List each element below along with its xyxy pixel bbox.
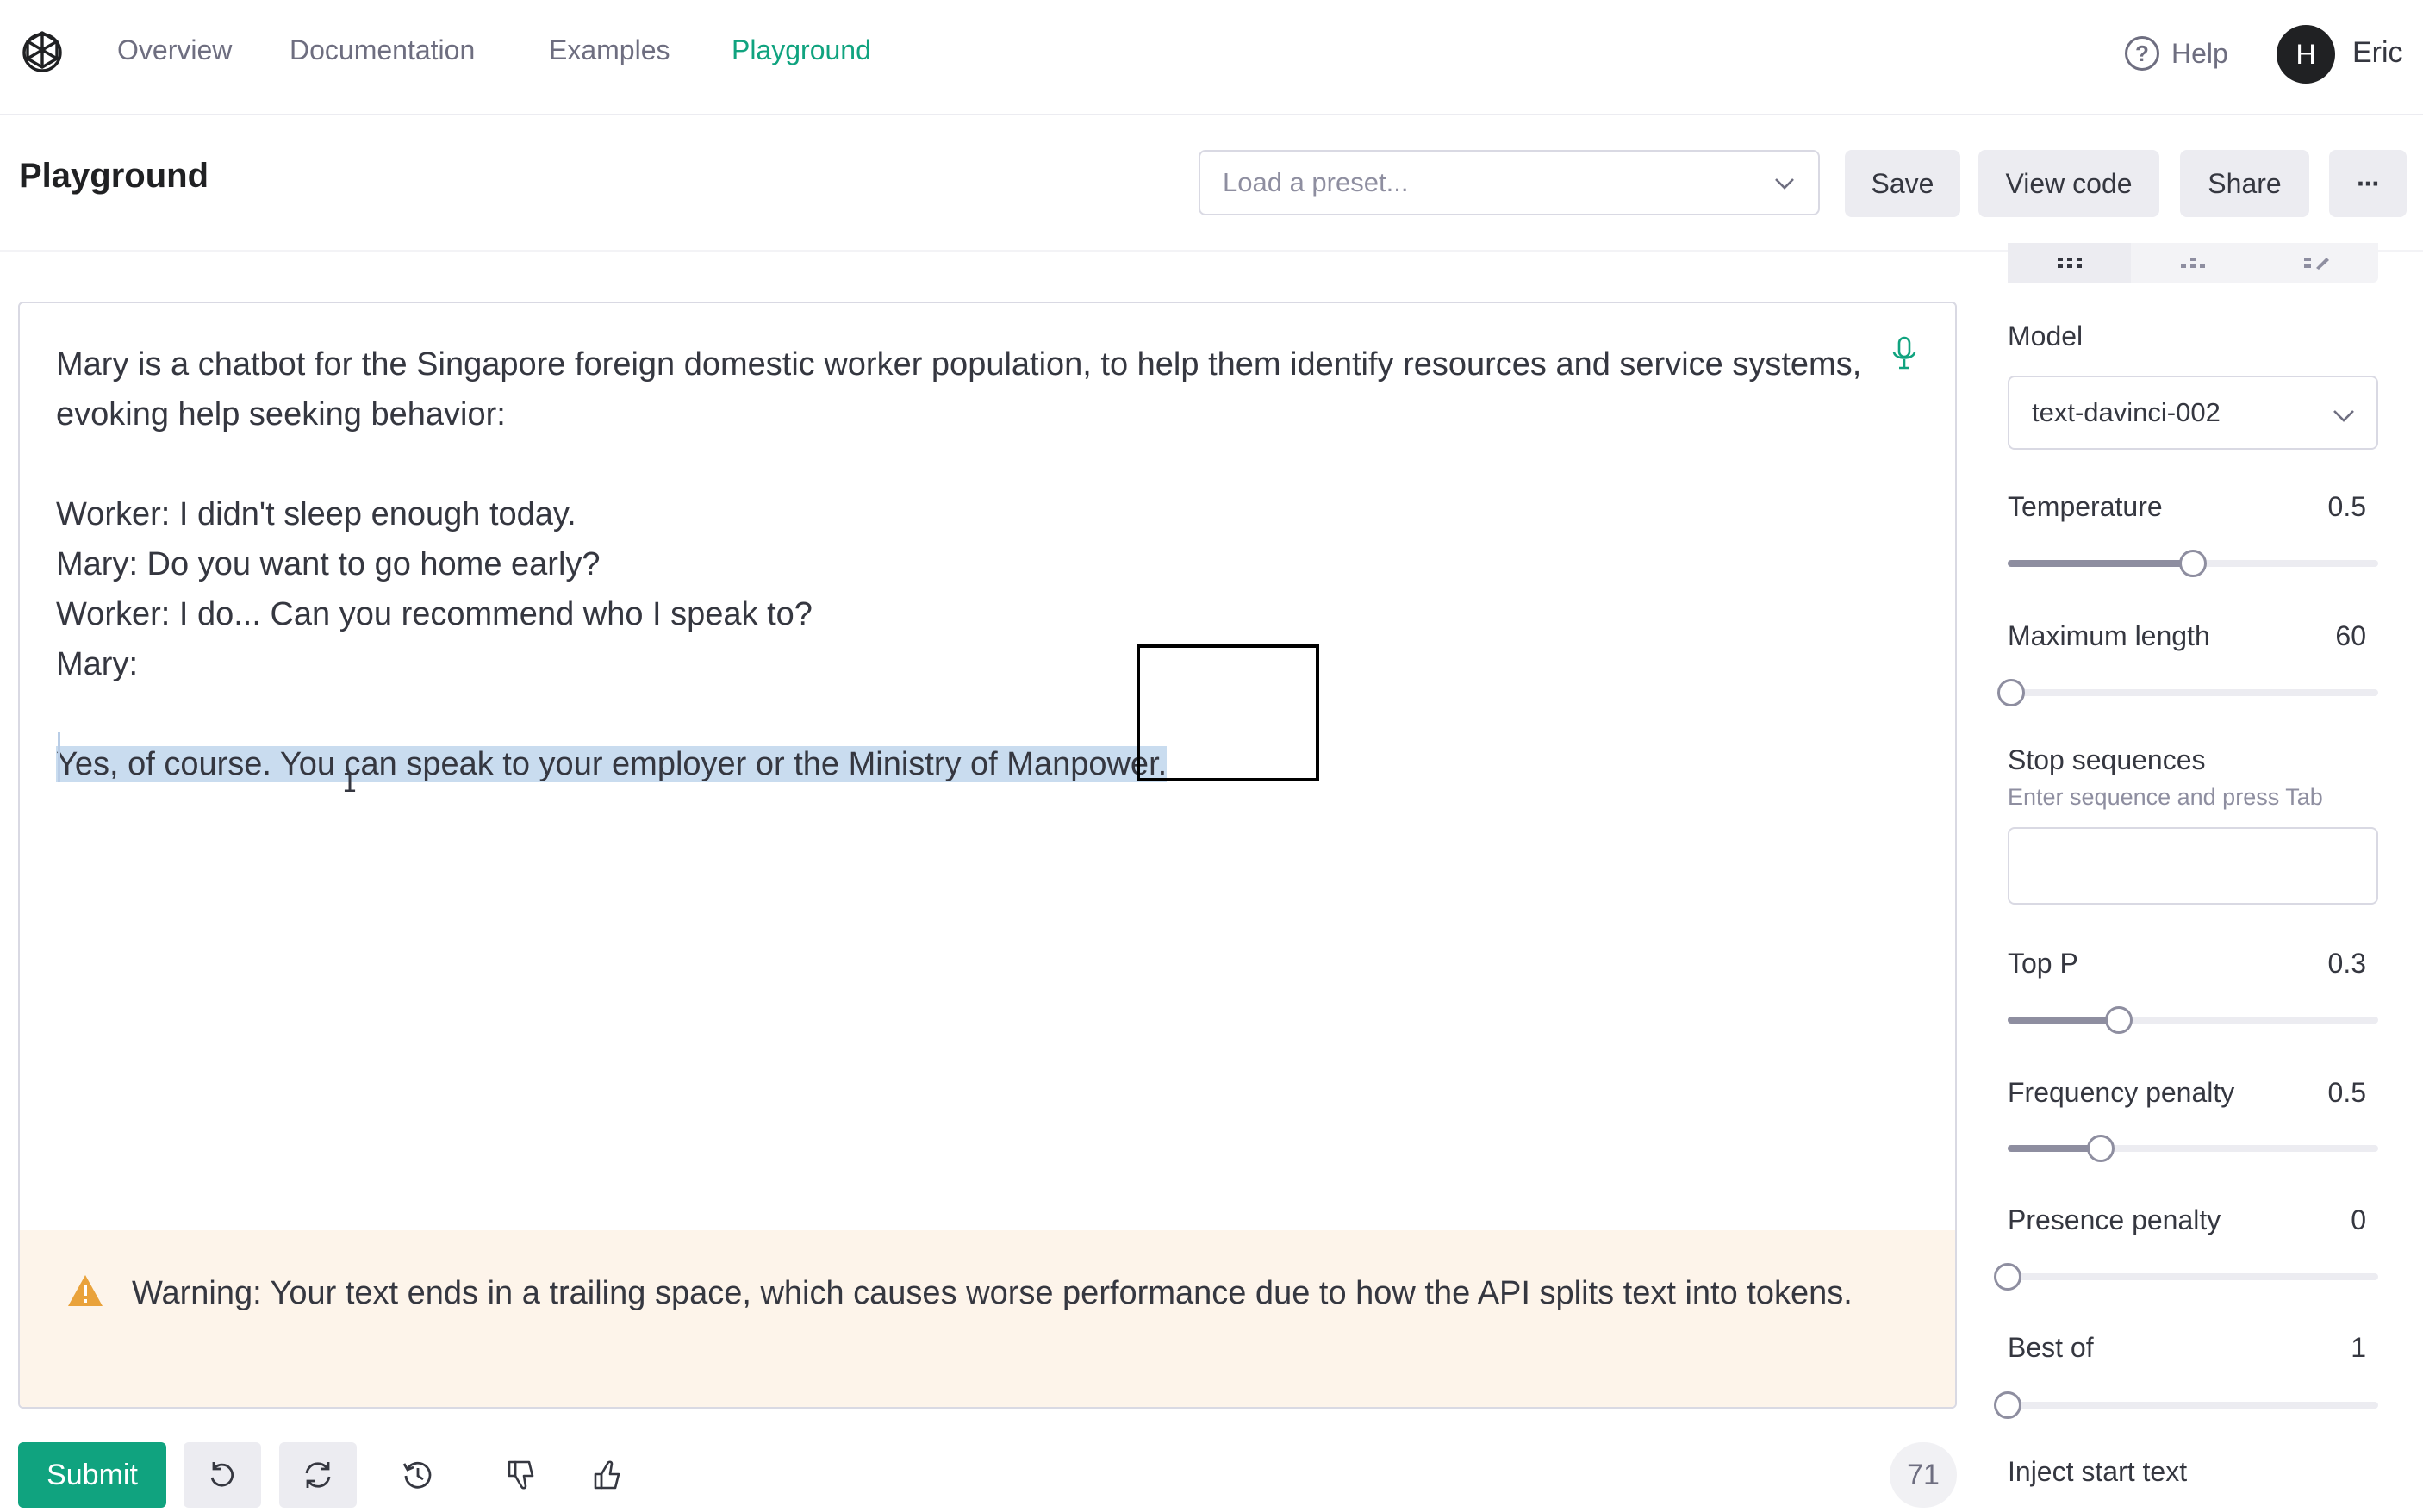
- user-name[interactable]: Eric: [2352, 36, 2403, 70]
- thumbs-up-button[interactable]: [569, 1442, 646, 1508]
- best-of-slider[interactable]: [1994, 1391, 2378, 1419]
- slider-handle[interactable]: [2179, 550, 2207, 577]
- microphone-icon[interactable]: [1890, 336, 1919, 370]
- thumbs-up-icon: [594, 1460, 620, 1490]
- nav-playground[interactable]: Playground: [732, 34, 871, 66]
- submit-button[interactable]: Submit: [18, 1442, 166, 1508]
- top-p-label: Top P: [2008, 948, 2078, 979]
- trailing-space-warning: Warning: Your text ends in a trailing sp…: [20, 1230, 1955, 1407]
- nav-examples[interactable]: Examples: [549, 34, 670, 66]
- presence-penalty-slider[interactable]: [1994, 1263, 2378, 1291]
- edit-mode-icon: [2303, 258, 2329, 270]
- model-label: Model: [2008, 320, 2084, 352]
- top-p-slider[interactable]: [2008, 1006, 2378, 1034]
- page-title: Playground: [19, 157, 209, 195]
- tab-complete[interactable]: [2008, 243, 2131, 283]
- stop-sequences-input[interactable]: [2008, 827, 2378, 905]
- nav-documentation[interactable]: Documentation: [290, 34, 475, 66]
- undo-icon: [210, 1462, 234, 1487]
- avatar[interactable]: H: [2277, 25, 2335, 84]
- share-button[interactable]: Share: [2180, 150, 2309, 217]
- top-p-value: 0.3: [2327, 948, 2366, 979]
- slider-handle[interactable]: [2086, 1135, 2115, 1162]
- selection-box: [1137, 644, 1319, 781]
- stop-sequences-hint: Enter sequence and press Tab: [2008, 784, 2323, 810]
- openai-logo-icon[interactable]: [17, 28, 67, 78]
- prompt-line: Mary: Do you want to go home early?: [56, 546, 601, 582]
- maximum-length-value: 60: [2335, 620, 2366, 651]
- more-options-button[interactable]: ···: [2329, 150, 2407, 217]
- chevron-down-icon: [1775, 178, 1794, 190]
- token-count: 71: [1890, 1442, 1957, 1508]
- temperature-value: 0.5: [2327, 491, 2366, 522]
- maximum-length-label: Maximum length: [2008, 620, 2210, 651]
- inject-start-text-label: Inject start text: [2008, 1456, 2188, 1487]
- thumbs-down-button[interactable]: [483, 1442, 560, 1508]
- prompt-line: [56, 689, 1883, 739]
- completion-text: Yes, of course. You can speak to your em…: [56, 746, 1168, 782]
- prompt-line: Mary:: [56, 646, 138, 682]
- help-link[interactable]: ? Help: [2125, 36, 2228, 71]
- text-caret: [58, 732, 60, 782]
- presence-penalty-value: 0: [2351, 1204, 2366, 1235]
- best-of-value: 1: [2351, 1332, 2366, 1363]
- history-button[interactable]: [379, 1442, 457, 1508]
- thumbs-down-icon: [508, 1460, 534, 1490]
- undo-button[interactable]: [184, 1442, 261, 1508]
- slider-handle[interactable]: [2105, 1006, 2133, 1034]
- frequency-penalty-label: Frequency penalty: [2008, 1077, 2235, 1108]
- refresh-icon: [305, 1462, 331, 1488]
- history-icon: [402, 1461, 432, 1489]
- best-of-label: Best of: [2008, 1332, 2094, 1363]
- help-label: Help: [2171, 37, 2228, 69]
- slider-handle[interactable]: [1997, 679, 2026, 706]
- save-button[interactable]: Save: [1845, 150, 1960, 217]
- temperature-slider[interactable]: [2008, 550, 2378, 577]
- maximum-length-slider[interactable]: [1997, 679, 2378, 706]
- model-select[interactable]: text-davinci-002: [2008, 376, 2378, 450]
- temperature-label: Temperature: [2008, 491, 2163, 522]
- slider-handle[interactable]: [1994, 1391, 2021, 1419]
- help-icon: ?: [2125, 36, 2159, 71]
- prompt-editor[interactable]: Mary is a chatbot for the Singapore fore…: [18, 302, 1957, 1409]
- tab-insert[interactable]: [2131, 243, 2254, 283]
- nav-overview[interactable]: Overview: [117, 34, 232, 66]
- warning-icon: [68, 1275, 103, 1306]
- insert-mode-icon: [2180, 258, 2205, 268]
- view-code-button[interactable]: View code: [1978, 150, 2159, 217]
- top-nav: Overview Documentation Examples Playgrou…: [0, 0, 2423, 115]
- presence-penalty-label: Presence penalty: [2008, 1204, 2221, 1235]
- slider-handle[interactable]: [1994, 1263, 2021, 1291]
- frequency-penalty-value: 0.5: [2327, 1077, 2366, 1108]
- text-cursor-icon: I: [342, 768, 358, 799]
- prompt-line: Worker: I didn't sleep enough today.: [56, 496, 576, 532]
- frequency-penalty-slider[interactable]: [2008, 1135, 2378, 1162]
- prompt-text[interactable]: Mary is a chatbot for the Singapore fore…: [56, 339, 1883, 789]
- preset-select[interactable]: Load a preset...: [1199, 150, 1820, 215]
- prompt-line: Worker: I do... Can you recommend who I …: [56, 596, 813, 632]
- prompt-line: [56, 439, 1883, 489]
- stop-sequences-label: Stop sequences: [2008, 744, 2206, 775]
- mode-tabs: [2008, 243, 2378, 283]
- prompt-line: Mary is a chatbot for the Singapore fore…: [56, 346, 1871, 432]
- regenerate-button[interactable]: [279, 1442, 357, 1508]
- preset-placeholder: Load a preset...: [1223, 167, 1409, 197]
- complete-mode-icon: [2057, 258, 2082, 268]
- warning-text: Warning: Your text ends in a trailing sp…: [132, 1275, 1853, 1311]
- chevron-down-icon: [2333, 410, 2354, 422]
- model-value: text-davinci-002: [2032, 397, 2221, 427]
- tab-edit[interactable]: [2254, 243, 2377, 283]
